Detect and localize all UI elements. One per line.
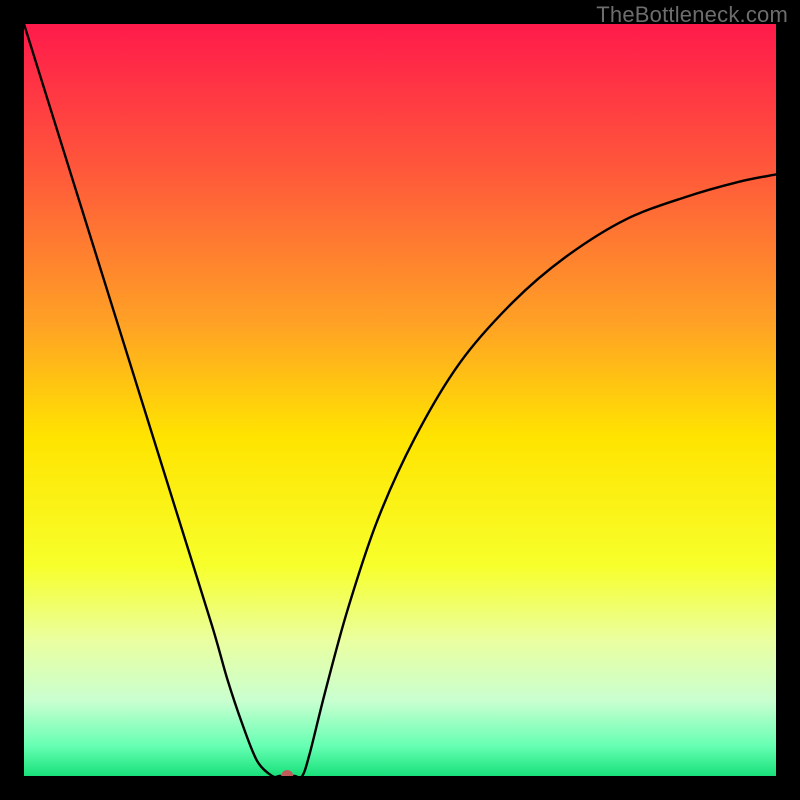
plot-area <box>24 24 776 776</box>
chart-svg <box>24 24 776 776</box>
gradient-background <box>24 24 776 776</box>
outer-frame: TheBottleneck.com <box>0 0 800 800</box>
